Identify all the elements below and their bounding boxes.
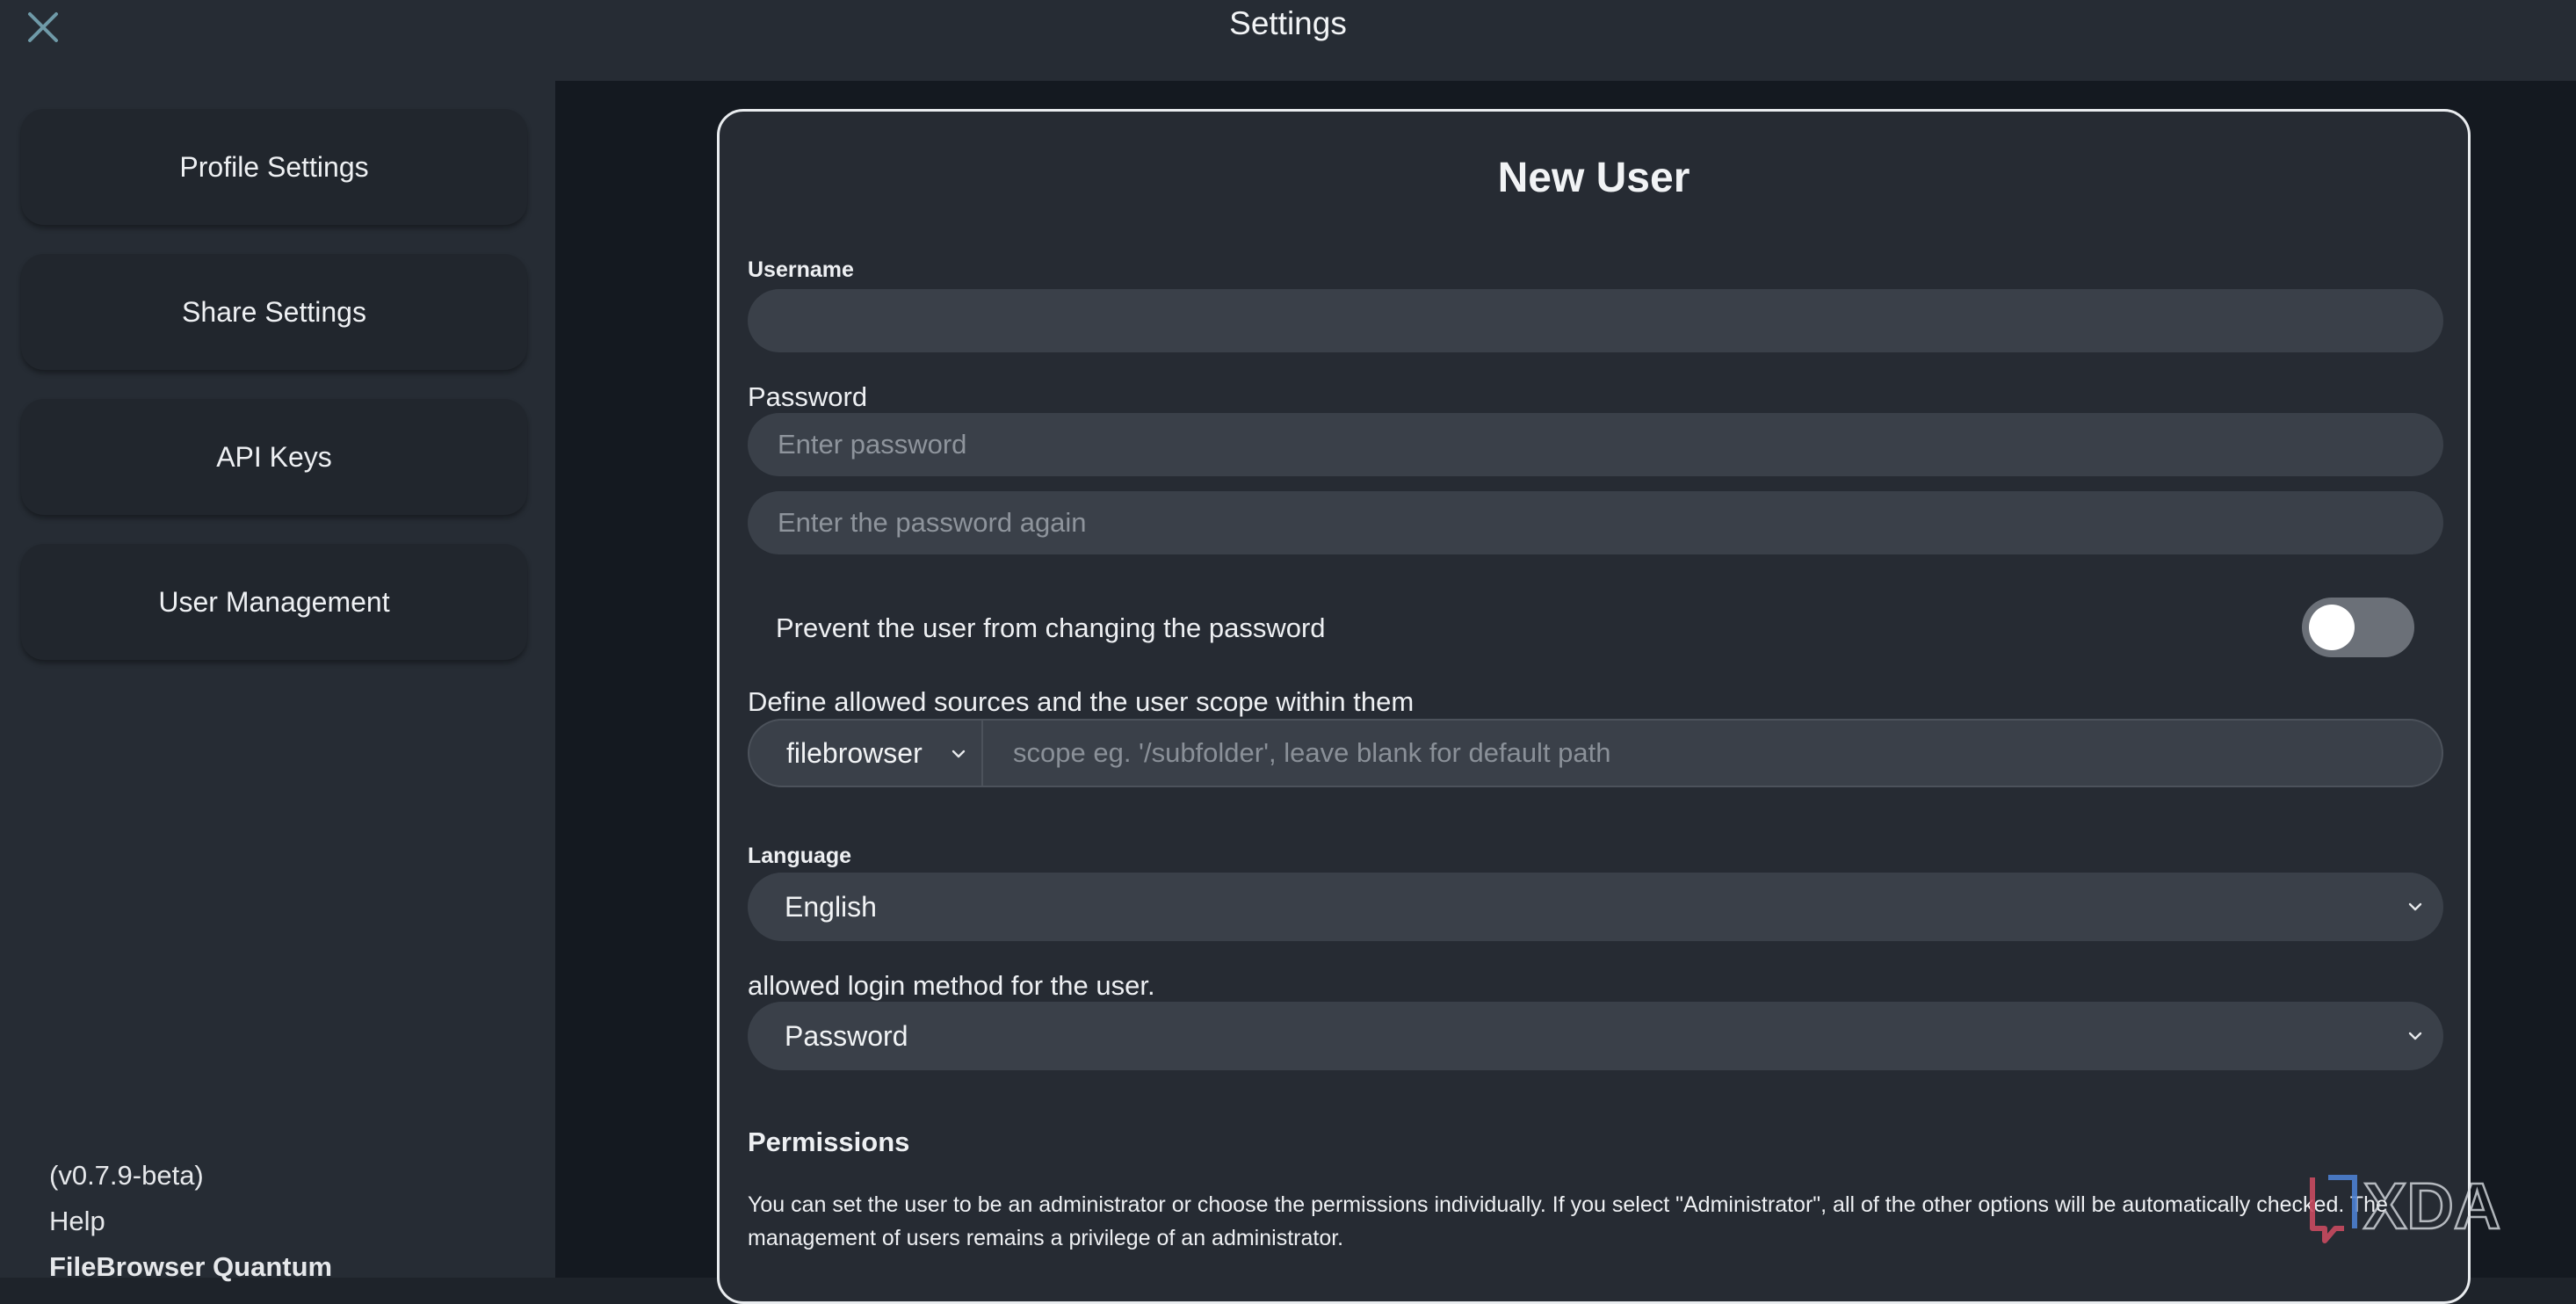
sidebar-item-label: Profile Settings	[179, 150, 369, 183]
username-label: Username	[748, 257, 854, 282]
sources-label: Define allowed sources and the user scop…	[748, 686, 1415, 717]
svg-text:XDA: XDA	[2363, 1170, 2500, 1242]
language-select[interactable]: English	[748, 873, 2443, 941]
source-select-value: filebrowser	[786, 736, 923, 769]
source-select[interactable]: filebrowser	[749, 721, 983, 786]
sidebar-item-label: Share Settings	[182, 295, 366, 328]
sidebar-item-user-management[interactable]: User Management	[21, 544, 527, 660]
login-method-label: allowed login method for the user.	[748, 970, 1155, 1001]
version-label: (v0.7.9-beta)	[49, 1160, 204, 1191]
login-method-select-value: Password	[785, 1019, 908, 1052]
language-label: Language	[748, 844, 852, 868]
chevron-down-icon	[952, 750, 966, 758]
sidebar-item-label: User Management	[158, 585, 390, 618]
login-method-select[interactable]: Password	[748, 1002, 2443, 1070]
sidebar: Profile Settings Share Settings API Keys…	[0, 81, 555, 1282]
toggle-knob	[2309, 605, 2355, 650]
card-title: New User	[1497, 155, 1690, 201]
prevent-password-change-label: Prevent the user from changing the passw…	[776, 612, 1326, 643]
password-confirm-input[interactable]	[748, 491, 2443, 554]
username-input[interactable]	[748, 289, 2443, 352]
xda-watermark: XDA	[2305, 1167, 2550, 1244]
language-select-value: English	[785, 890, 877, 923]
help-link[interactable]: Help	[49, 1206, 105, 1237]
source-scope-group: filebrowser	[748, 719, 2443, 787]
scope-input[interactable]	[985, 721, 2442, 786]
page-title: Settings	[1229, 5, 1347, 41]
top-bar: Settings	[0, 0, 2576, 81]
permissions-heading: Permissions	[748, 1127, 910, 1157]
chevron-down-icon	[2408, 902, 2422, 911]
prevent-password-change-toggle[interactable]	[2302, 598, 2414, 657]
password-input[interactable]	[748, 413, 2443, 476]
sidebar-item-api-keys[interactable]: API Keys	[21, 399, 527, 515]
xda-logo-icon: XDA	[2310, 1169, 2502, 1243]
password-label: Password	[748, 381, 868, 412]
sidebar-item-share-settings[interactable]: Share Settings	[21, 254, 527, 370]
sidebar-item-profile-settings[interactable]: Profile Settings	[21, 109, 527, 225]
permissions-description: You can set the user to be an administra…	[748, 1192, 2388, 1250]
app-name-link[interactable]: FileBrowser Quantum	[49, 1251, 332, 1283]
sidebar-item-label: API Keys	[216, 440, 332, 473]
chevron-down-icon	[2408, 1032, 2422, 1040]
